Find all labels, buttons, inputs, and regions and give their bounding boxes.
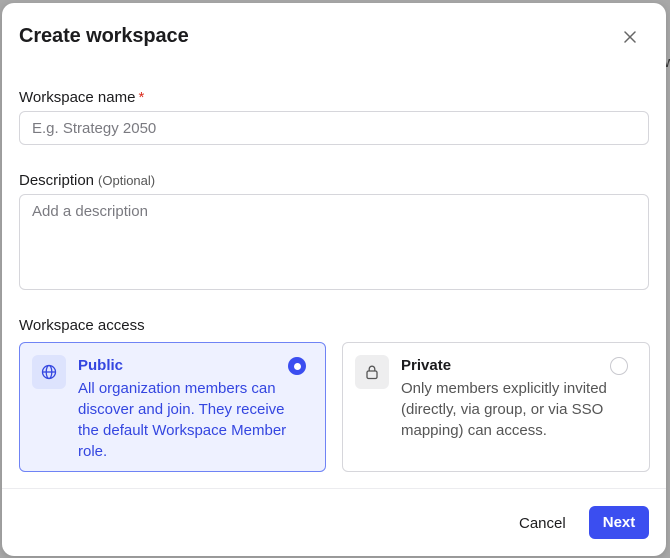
globe-icon <box>32 355 66 389</box>
access-option-private[interactable]: Private Only members explicitly invited … <box>342 342 650 472</box>
description-field[interactable] <box>19 194 649 290</box>
dialog-title: Create workspace <box>19 25 189 47</box>
access-option-description: Only members explicitly invited (directl… <box>401 380 607 439</box>
access-option-public[interactable]: Public All organization members can disc… <box>19 342 326 472</box>
radio-unselected[interactable] <box>610 357 628 375</box>
description-label: Description (Optional) <box>19 172 155 189</box>
dialog-header: Create workspace <box>2 3 666 69</box>
next-button[interactable]: Next <box>589 506 649 539</box>
access-option-description: All organization members can discover an… <box>78 380 287 460</box>
radio-selected[interactable] <box>288 357 306 375</box>
optional-note: (Optional) <box>98 173 156 188</box>
description-label-text: Description <box>19 172 95 189</box>
workspace-name-input[interactable] <box>19 111 649 145</box>
access-option-title: Public <box>78 357 124 374</box>
lock-icon <box>355 355 389 389</box>
cancel-button[interactable]: Cancel <box>507 505 578 541</box>
access-option-title: Private <box>401 357 452 374</box>
workspace-name-label: Workspace name * <box>19 89 144 106</box>
workspace-name-label-text: Workspace name <box>19 89 136 106</box>
workspace-access-label: Workspace access <box>19 317 145 334</box>
close-button[interactable] <box>618 25 642 49</box>
required-asterisk: * <box>138 89 145 106</box>
create-workspace-dialog: Create workspace Workspace name* Descrip… <box>2 3 666 556</box>
close-icon <box>624 31 636 43</box>
dialog-footer: Cancel Next <box>2 488 666 556</box>
